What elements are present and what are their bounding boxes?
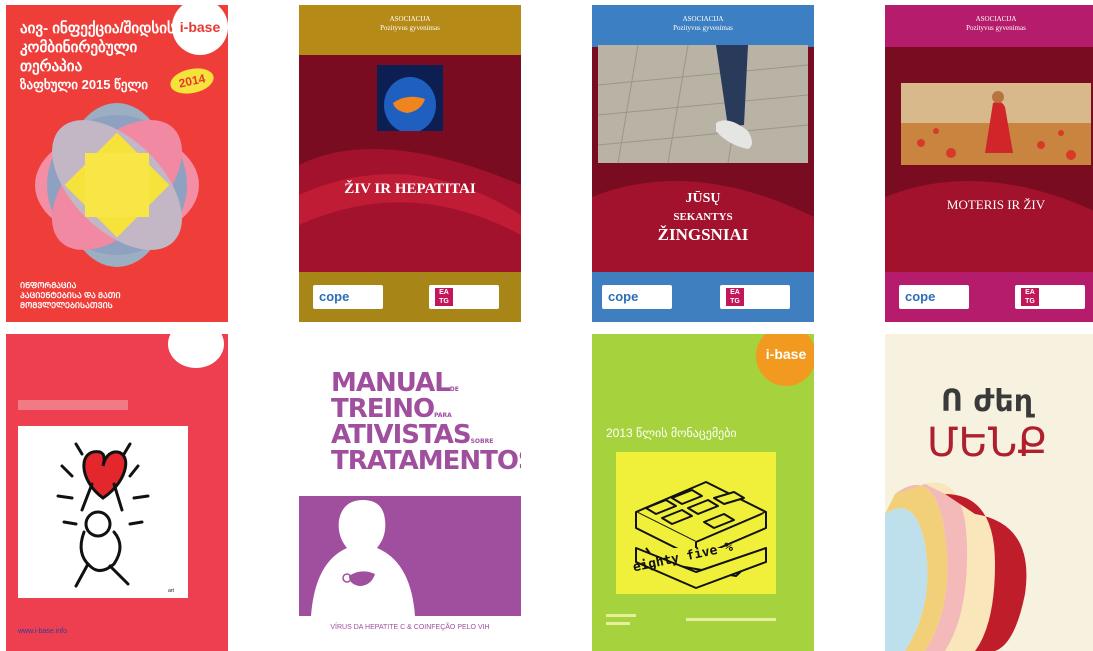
cover-title: MOTERIS IR ŽIV (946, 197, 1046, 212)
cover-subtitle: ზაფხული 2015 წელი (20, 77, 149, 92)
faded-footer-line (606, 614, 636, 617)
flower-graphic (35, 103, 199, 267)
poppy-field-photo (901, 83, 1091, 165)
liver-illustration (377, 65, 443, 131)
cover-manual-de-treino[interactable]: MANUALDE TREINOPARA ATIVISTASSOBRE TRATA… (299, 334, 521, 651)
title-block: MANUALDE TREINOPARA ATIVISTASSOBRE TRATA… (331, 368, 521, 476)
eatg-logo: EA TG (1015, 285, 1085, 309)
cover-ziv-ir-hepatitai[interactable]: ASOCIACIJA Pozityvus gyvenimas ŽIV IR HE… (299, 5, 521, 322)
title-small-2: PARA (434, 412, 452, 419)
title-line-2: ՄԵՆՔ (927, 420, 1048, 466)
wave-graphic (885, 482, 1027, 651)
faded-title-bar (18, 400, 128, 410)
org-name: ASOCIACIJA Pozityvus gyvenimas (966, 15, 1026, 32)
cover-haring-heart[interactable]: art www.i-base.info (6, 334, 228, 651)
purple-silhouette-band (299, 496, 521, 616)
cover-header: 2013 წლის მონაცემები (606, 426, 737, 440)
haring-figure-illustration: art (18, 426, 188, 598)
faded-footer-line (606, 622, 630, 625)
cover-georgian-treatment-guide[interactable]: აივ- ინფექცია/შიდსის კომბინირებული თერაპ… (6, 5, 228, 322)
eatg-logo: EA TG (720, 285, 790, 309)
title-word-4: TRATAMENTOS (331, 446, 521, 476)
walking-feet-photo (598, 45, 808, 163)
cope-logo: cope (313, 285, 383, 309)
cover-title: ŽIV IR HEPATITAI (344, 181, 476, 197)
cover-jusu-sekantys-zingsniai[interactable]: ASOCIACIJA Pozityvus gyvenimas JŪSŲ SEKA… (592, 5, 814, 322)
org-name: ASOCIACIJA Pozityvus gyvenimas (380, 15, 440, 32)
title-line-1: JŪSŲ (685, 191, 721, 206)
ibase-logo: i-base (172, 5, 228, 55)
cover-subtitle: VÍRUS DA HEPATITE C & COINFEÇÃO PELO VIH (330, 624, 490, 631)
cope-logo: cope (899, 285, 969, 309)
website-text: www.i-base.info (18, 628, 68, 635)
svg-text:art: art (168, 588, 174, 594)
logo-bar: cope EA TG (885, 272, 1093, 322)
cover-moteris-ir-ziv[interactable]: ASOCIACIJA Pozityvus gyvenimas MOTERIS I… (885, 5, 1093, 322)
cover-footer: ᲘᲜᲤᲝᲠᲛᲐᲪᲘᲐ ᲞᲐᲪᲘᲔᲜᲢᲔᲑᲘᲡᲐ ᲓᲐ ᲛᲐᲗᲘ ᲛᲝᲛᲕᲚᲔᲚᲔ… (20, 281, 121, 310)
cope-logo: cope (602, 285, 672, 309)
org-name: ASOCIACIJA Pozityvus gyvenimas (673, 15, 733, 32)
title-line-1: Ո ժեղ (941, 384, 1034, 419)
eatg-logo: EA TG (429, 285, 499, 309)
title-small-3: SOBRE (470, 438, 494, 445)
title-small-1: DE (449, 386, 459, 393)
title-line-3: ŽINGSNIAI (657, 225, 749, 244)
logo-bar: cope EA TG (592, 272, 814, 322)
cover-armenian[interactable]: Ո ժեղ ՄԵՆՔ (885, 334, 1093, 651)
title-line-2: SEKANTYS (673, 211, 733, 223)
faded-footer-line (686, 618, 776, 621)
logo-bar: cope EA TG (299, 272, 521, 322)
cover-title: აივ- ინფექცია/შიდსის კომბინირებული თერაპ… (20, 20, 175, 75)
ibase-logo-circle (168, 334, 224, 368)
cover-eighty-five-percent[interactable]: i-base 2013 წლის მონაცემები eighty five … (592, 334, 814, 651)
ibase-logo: i-base (756, 334, 814, 386)
